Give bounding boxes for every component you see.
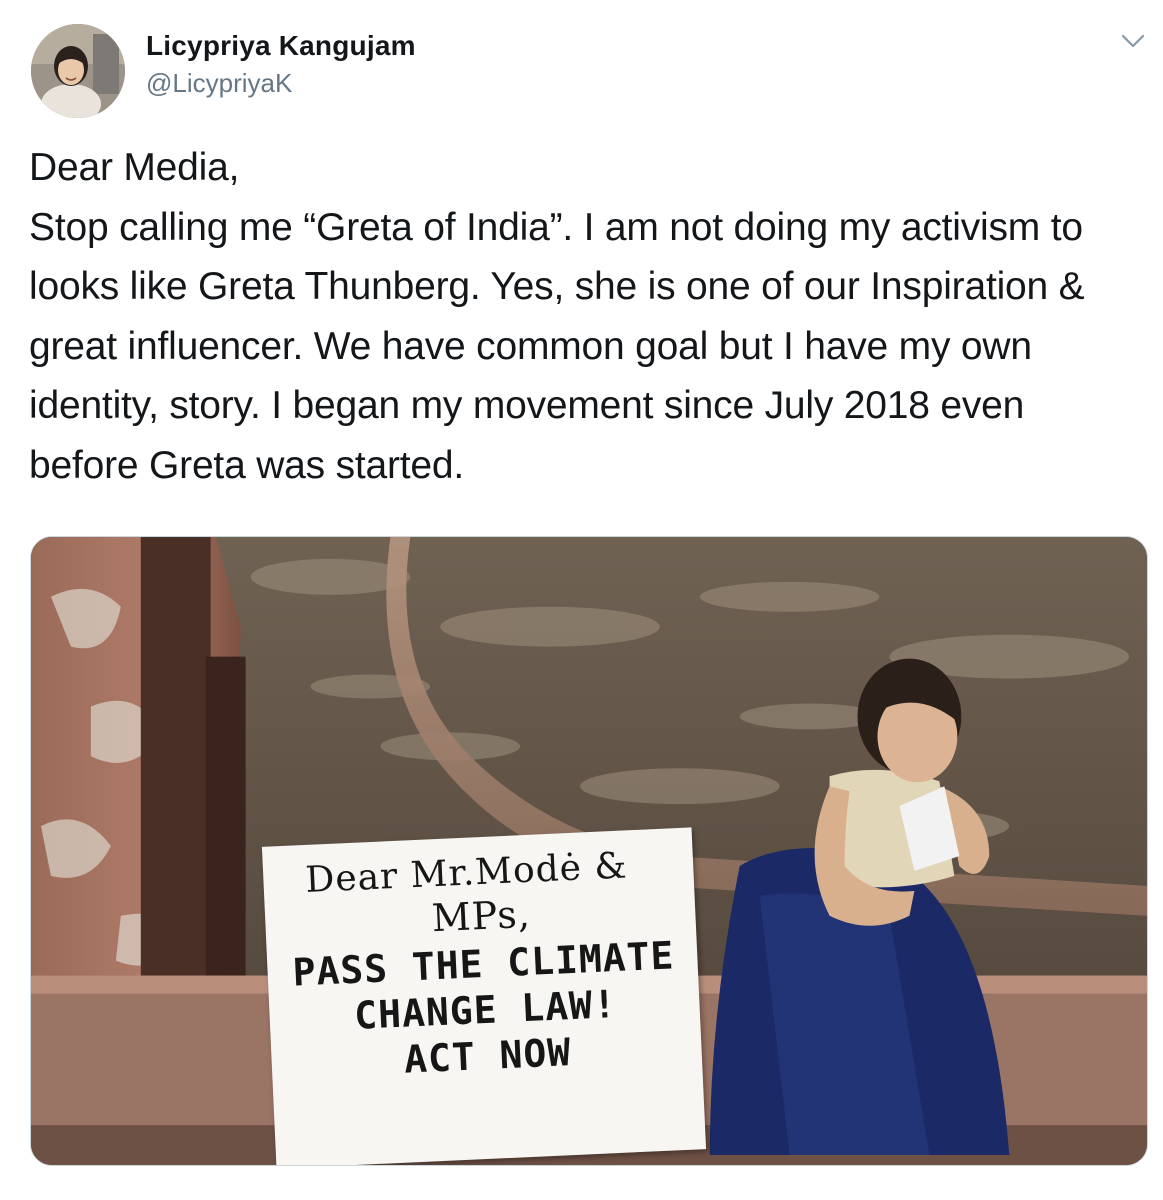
sign-line: ACT NOW — [403, 1030, 573, 1082]
tweet-text: Dear Media, Stop calling me “Greta of In… — [29, 146, 1085, 487]
author-display-name[interactable]: Licypriya Kangujam — [146, 30, 416, 62]
avatar-photo-icon — [31, 24, 125, 118]
tweet-card: Licypriya Kangujam @LicypriyaK Dear Medi… — [0, 0, 1163, 1200]
author-handle[interactable]: @LicypriyaK — [146, 68, 292, 99]
tweet-media-photo[interactable]: Dear Mr.Modė & MPs, PASS THE CLIMATE CHA… — [30, 536, 1148, 1166]
sign-line: PASS THE CLIMATE — [291, 933, 676, 995]
tweet-menu-button[interactable] — [1118, 28, 1148, 54]
protest-sign: Dear Mr.Modė & MPs, PASS THE CLIMATE CHA… — [261, 827, 707, 1165]
author-avatar[interactable] — [31, 24, 125, 118]
chevron-down-icon — [1121, 34, 1145, 48]
